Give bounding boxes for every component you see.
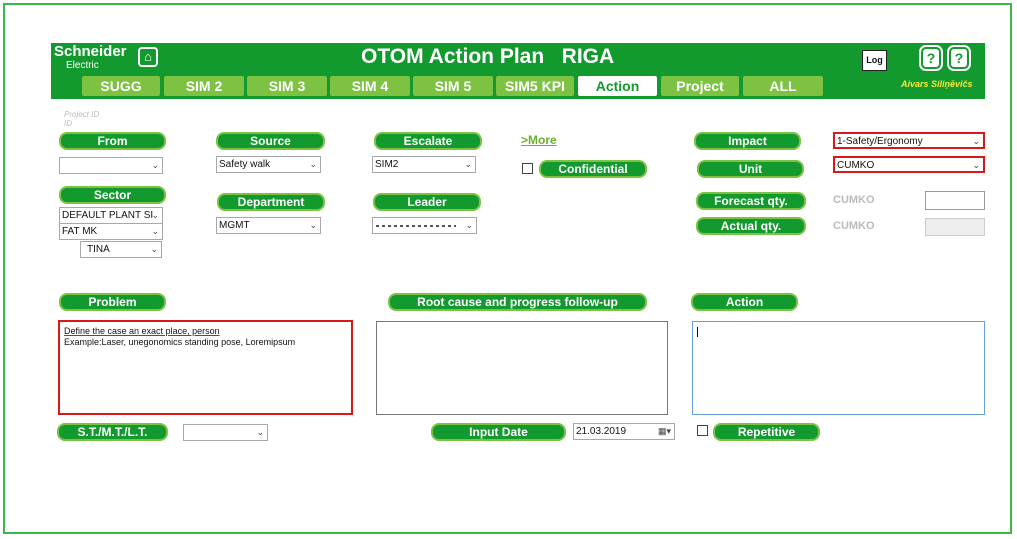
schneider-logo: Schneider Electric [54,43,127,73]
chevron-down-icon: ⌄ [972,160,980,170]
action-plan-form: Schneider Electric ⌂ OTOM Action Plan RI… [51,43,985,453]
chevron-down-icon: ⌄ [309,159,317,169]
user-name: Aivars Siliņēvičs [901,79,973,89]
department-label: Department [217,193,325,211]
sector-label: Sector [59,186,166,204]
impact-select[interactable]: 1-Safety/Ergonomy ⌄ [833,132,985,149]
actual-qty-label: Actual qty. [696,217,806,235]
escalate-select[interactable]: SIM2 ⌄ [372,156,476,173]
problem-text-line2: Example:Laser, unegonomics standing pose… [64,337,296,347]
confidential-label: Confidential [539,160,647,178]
chevron-down-icon: ⌄ [150,244,158,254]
forecast-qty-label: Forecast qty. [696,192,806,210]
tab-sugg[interactable]: SUGG [82,76,160,96]
action-label: Action [691,293,798,311]
problem-text-line1: Define the case an exact place, person [64,326,220,336]
from-select[interactable]: ⌄ [59,157,163,174]
subsector-select[interactable]: FAT MK ⌄ [59,223,163,240]
calendar-icon: ▦▾ [657,426,671,436]
unit-select-value: CUMKO [837,160,875,171]
repetitive-checkbox[interactable] [697,425,708,436]
department-select-value: MGMT [219,220,250,231]
tab-sim4[interactable]: SIM 4 [330,76,410,96]
sector-select-value: DEFAULT PLANT SI [62,210,154,221]
tab-sim5[interactable]: SIM 5 [413,76,493,96]
actual-qty-input[interactable] [925,218,985,236]
brand-main-text: Schneider [54,43,127,60]
home-icon[interactable]: ⌂ [138,47,158,67]
text-cursor [697,327,698,337]
more-link[interactable]: >More [521,133,557,147]
input-date-value: 21.03.2019 [576,426,627,437]
impact-select-value: 1-Safety/Ergonomy [837,136,923,147]
chevron-down-icon: ⌄ [309,220,317,230]
impact-label: Impact [694,132,801,150]
unit-label: Unit [697,160,804,178]
log-button[interactable]: Log [862,50,887,71]
chevron-down-icon: ⌄ [151,210,159,220]
more-link-text[interactable]: More [528,133,557,147]
speaking-head-icon[interactable]: ? [919,45,943,71]
actual-unit: CUMKO [833,220,875,232]
team-select[interactable]: TINA ⌄ [80,241,162,258]
forecast-qty-input[interactable] [925,191,985,210]
source-select[interactable]: Safety walk ⌄ [216,156,321,173]
root-cause-label: Root cause and progress follow-up [388,293,647,311]
tab-sim2[interactable]: SIM 2 [164,76,244,96]
sector-select[interactable]: DEFAULT PLANT SI ⌄ [59,207,163,224]
source-label: Source [216,132,325,150]
input-date-label: Input Date [431,423,566,441]
from-label: From [59,132,166,150]
repetitive-label: Repetitive [713,423,820,441]
stmt-select[interactable]: ⌄ [183,424,268,441]
department-select[interactable]: MGMT ⌄ [216,217,321,234]
leader-select[interactable]: ⌄ [372,217,477,234]
top-bar: Schneider Electric ⌂ OTOM Action Plan RI… [51,43,985,99]
chevron-down-icon: ⌄ [256,427,264,437]
problem-textarea[interactable]: Define the case an exact place, person E… [58,320,353,415]
problem-label: Problem [59,293,166,311]
team-select-value: TINA [87,244,110,255]
chevron-down-icon: ⌄ [151,160,159,170]
chevron-down-icon: ⌄ [464,159,472,169]
confidential-checkbox[interactable] [522,163,533,174]
input-date-picker[interactable]: 21.03.2019 ▦▾ [573,423,675,440]
project-id-text: Project ID [64,110,100,119]
action-textarea[interactable] [692,321,985,415]
brand-sub-text: Electric [66,60,99,71]
tab-project[interactable]: Project [661,76,739,96]
tab-all[interactable]: ALL [743,76,823,96]
escalate-select-value: SIM2 [375,159,399,170]
chevron-down-icon: ⌄ [151,226,159,236]
page-title: OTOM Action Plan RIGA [361,45,615,68]
source-select-value: Safety walk [219,159,271,170]
project-id-sub-text: ID [64,119,72,128]
chevron-down-icon: ⌄ [972,136,980,146]
tab-action[interactable]: Action [578,76,657,96]
forecast-unit: CUMKO [833,194,875,206]
unit-select[interactable]: CUMKO ⌄ [833,156,985,173]
tab-sim3[interactable]: SIM 3 [247,76,327,96]
chevron-down-icon: ⌄ [465,220,473,230]
leader-label: Leader [373,193,481,211]
listening-head-icon[interactable]: ? [947,45,971,71]
escalate-label: Escalate [374,132,482,150]
leader-obscured-text [376,225,456,227]
project-id-label: Project ID ID [64,110,99,128]
stmt-label: S.T./M.T./L.T. [57,423,168,441]
tab-sim5-kpi[interactable]: SIM5 KPI [496,76,574,96]
root-cause-textarea[interactable] [376,321,668,415]
subsector-select-value: FAT MK [62,226,98,237]
